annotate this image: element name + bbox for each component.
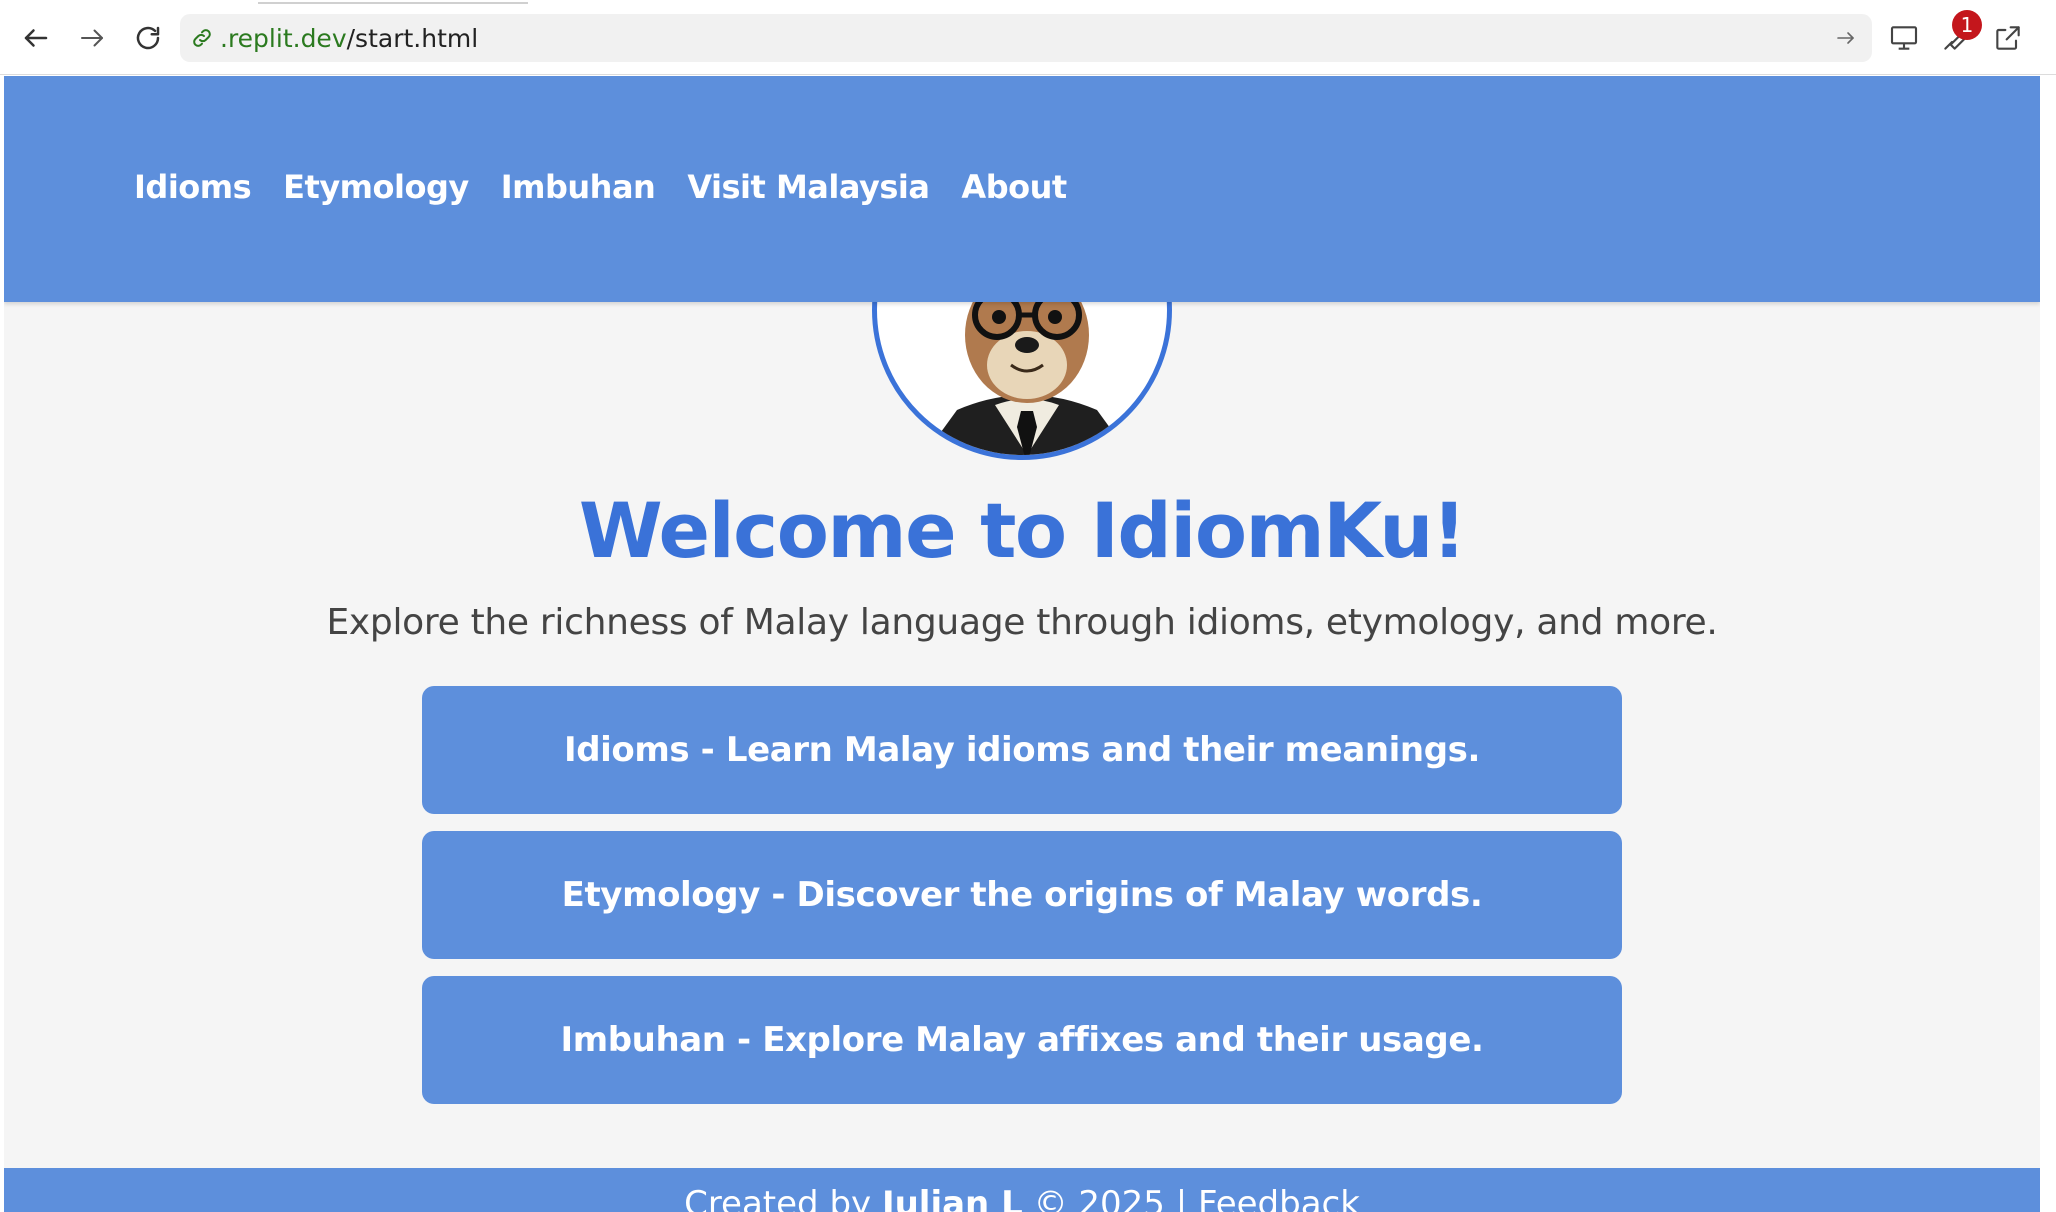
forward-button[interactable] (70, 16, 114, 60)
forward-arrow-icon (81, 29, 103, 47)
notification-badge: 1 (1952, 10, 1982, 40)
reload-button[interactable] (126, 16, 170, 60)
etymology-card-label: Etymology - Discover the origins of Mala… (561, 875, 1483, 915)
url-domain: .replit.dev (220, 23, 347, 53)
nav-link-idioms[interactable]: Idioms (134, 168, 252, 206)
go-arrow-icon[interactable] (1834, 26, 1858, 50)
link-icon (193, 29, 211, 47)
footer-copyright: © 2025 | (1022, 1184, 1198, 1212)
idioms-card-label: Idioms - Learn Malay idioms and their me… (563, 730, 1481, 770)
monitor-icon (1890, 26, 1918, 50)
address-bar[interactable]: .replit.dev/start.html (180, 14, 1872, 62)
browser-toolbar: .replit.dev/start.html 1 (0, 0, 2056, 75)
site-header: Idioms Etymology Imbuhan Visit Malaysia … (4, 76, 2040, 302)
page-title: Welcome to IdiomKu! (578, 486, 1467, 575)
monitor-button[interactable] (1884, 18, 1924, 58)
scrollbar[interactable] (2040, 76, 2056, 1212)
nav-link-etymology[interactable]: Etymology (283, 168, 469, 206)
open-external-button[interactable] (1988, 18, 2028, 58)
etymology-card-button[interactable]: Etymology - Discover the origins of Mala… (422, 831, 1622, 959)
site-footer: Created by Julian L © 2025 | Feedback (4, 1168, 2040, 1212)
footer-prefix: Created by (684, 1184, 882, 1212)
nav-link-visit-malaysia[interactable]: Visit Malaysia (687, 168, 930, 206)
nav-link-about[interactable]: About (961, 168, 1067, 206)
imbuhan-card-label: Imbuhan - Explore Malay affixes and thei… (560, 1020, 1484, 1060)
page-viewport: Idioms Etymology Imbuhan Visit Malaysia … (4, 76, 2040, 1212)
page-subtitle: Explore the richness of Malay language t… (326, 602, 1718, 643)
url-path: /start.html (346, 23, 479, 53)
feedback-link[interactable]: Feedback (1198, 1184, 1360, 1212)
external-link-icon (1996, 26, 2020, 50)
main-nav: Idioms Etymology Imbuhan Visit Malaysia … (134, 168, 1067, 206)
reload-icon (136, 26, 160, 50)
imbuhan-card-button[interactable]: Imbuhan - Explore Malay affixes and thei… (422, 976, 1622, 1104)
active-tab-indicator (258, 0, 528, 4)
idioms-card-button[interactable]: Idioms - Learn Malay idioms and their me… (422, 686, 1622, 814)
back-arrow-icon (24, 29, 48, 47)
nav-link-imbuhan[interactable]: Imbuhan (501, 168, 656, 206)
footer-author: Julian L (881, 1184, 1023, 1212)
back-button[interactable] (14, 16, 58, 60)
url-text: .replit.dev/start.html (220, 24, 478, 53)
